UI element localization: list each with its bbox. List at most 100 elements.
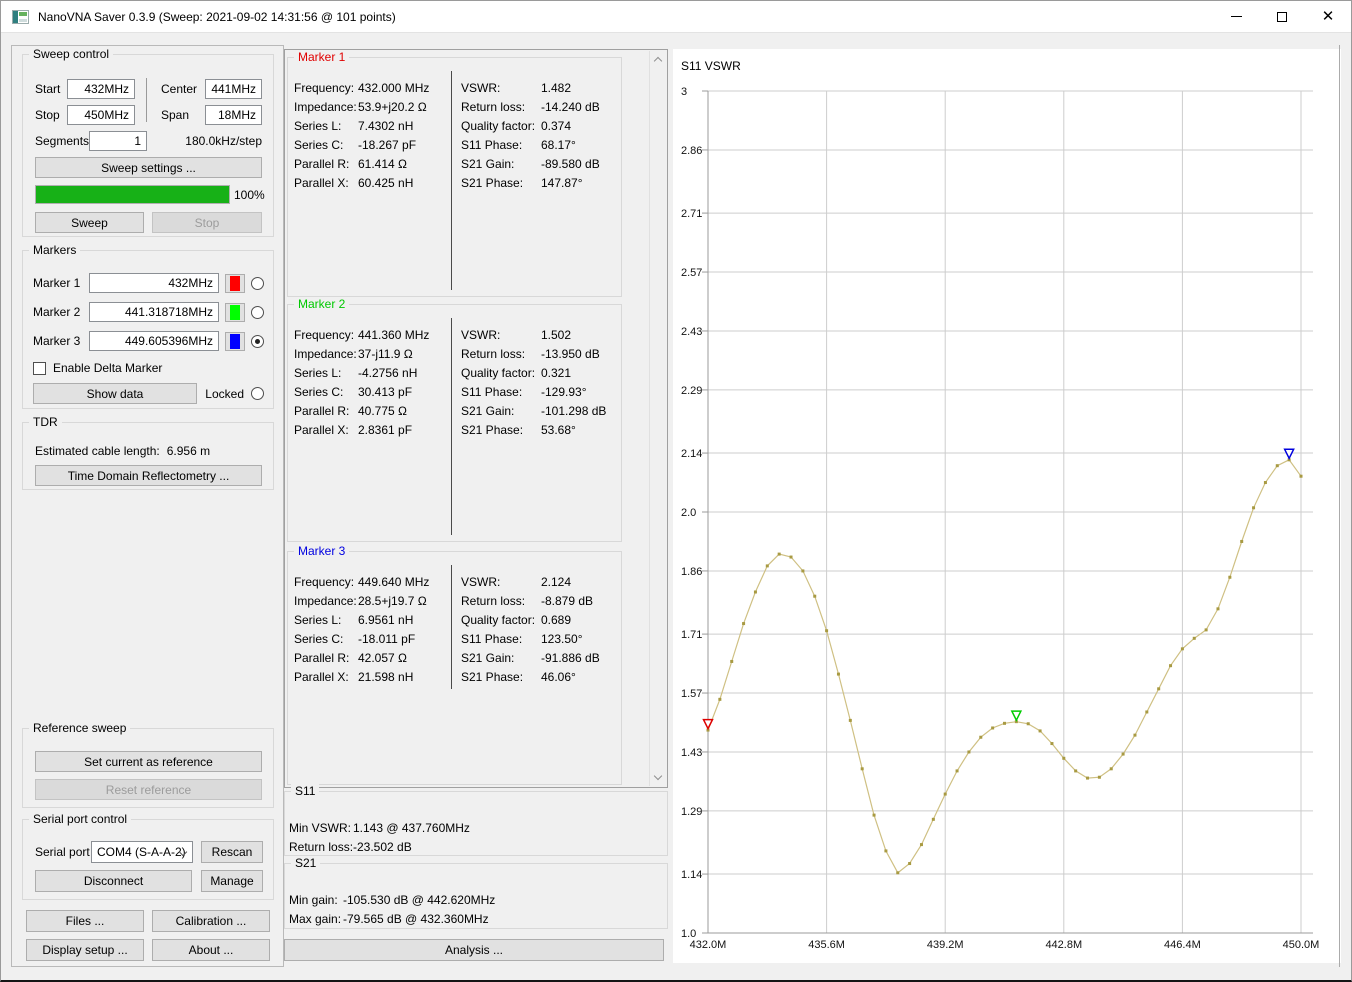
start-input[interactable] xyxy=(67,79,135,99)
marker-2-radio[interactable] xyxy=(251,306,264,319)
maximize-button[interactable] xyxy=(1259,1,1305,32)
main-content: Sweep control Start Center Stop Span xyxy=(1,33,1351,980)
stop-button[interactable]: Stop xyxy=(152,212,262,233)
marker-2-label: Marker 2 xyxy=(33,305,83,319)
return-loss-row: Return loss: -23.502 dB xyxy=(285,837,663,856)
sweep-button[interactable]: Sweep xyxy=(35,212,144,233)
time-domain-reflectometry-button[interactable]: Time Domain Reflectometry ... xyxy=(35,465,262,486)
marker-2-detail-group: Marker 2 Frequency:441.360 MHzImpedance:… xyxy=(287,304,622,542)
marker-field: Parallel R:40.775 Ω xyxy=(294,401,446,420)
rescan-button[interactable]: Rescan xyxy=(201,841,263,863)
marker-field: Frequency:449.640 MHz xyxy=(294,572,446,591)
marker-1-radio[interactable] xyxy=(251,277,264,290)
marker-3-radio[interactable] xyxy=(251,335,264,348)
manage-button[interactable]: Manage xyxy=(201,870,263,892)
marker-field: Series L:-4.2756 nH xyxy=(294,363,446,382)
marker-3-color xyxy=(230,334,240,349)
locked-label: Locked xyxy=(205,387,244,401)
s11-vswr-chart-panel: S11 VSWR 32.862.712.572.432.292.142.01.8… xyxy=(673,49,1341,963)
sweep-settings-button[interactable]: Sweep settings ... xyxy=(35,157,262,178)
marker-1-color-swatch[interactable] xyxy=(225,274,245,293)
span-label: Span xyxy=(161,108,205,122)
close-button[interactable]: ✕ xyxy=(1305,1,1351,32)
stop-input[interactable] xyxy=(67,105,135,125)
analysis-button[interactable]: Analysis ... xyxy=(284,939,664,961)
app-icon xyxy=(12,10,29,24)
marker-field: Return loss:-14.240 dB xyxy=(461,97,621,116)
s21-summary-title: S21 xyxy=(291,856,320,870)
show-data-button[interactable]: Show data xyxy=(33,383,197,404)
return-loss-label: Return loss: xyxy=(289,840,353,854)
minimize-button[interactable] xyxy=(1213,1,1259,32)
reference-sweep-title: Reference sweep xyxy=(29,721,130,735)
marker-field: Return loss:-8.879 dB xyxy=(461,591,621,610)
min-gain-label: Min gain: xyxy=(289,893,343,907)
locked-radio[interactable] xyxy=(251,387,264,400)
marker-field: Parallel R:61.414 Ω xyxy=(294,154,446,173)
files-button[interactable]: Files ... xyxy=(26,910,144,932)
cable-length-value: 6.956 m xyxy=(167,444,210,458)
tdr-title: TDR xyxy=(29,415,62,429)
max-gain-label: Max gain: xyxy=(289,912,343,926)
max-gain-value: -79.565 dB @ 432.360MHz xyxy=(343,912,489,926)
marker-field: Impedance:37-j11.9 Ω xyxy=(294,344,446,363)
svg-text:2.57: 2.57 xyxy=(681,267,702,279)
segments-input[interactable] xyxy=(89,131,147,151)
s11-vswr-chart: 32.862.712.572.432.292.142.01.861.711.57… xyxy=(673,49,1341,963)
column-divider xyxy=(451,71,452,290)
scroll-up-button[interactable] xyxy=(650,51,666,68)
s21-summary-group: S21 Min gain: -105.530 dB @ 442.620MHz M… xyxy=(284,863,668,929)
reset-reference-button[interactable]: Reset reference xyxy=(35,779,262,800)
marker-2-color xyxy=(230,305,240,320)
marker-field: Frequency:432.000 MHz xyxy=(294,78,446,97)
about-button[interactable]: About ... xyxy=(152,939,270,961)
svg-text:446.4M: 446.4M xyxy=(1164,939,1201,951)
sweep-control-group: Sweep control Start Center Stop Span xyxy=(22,54,274,237)
marker-2-row: Marker 2 xyxy=(33,302,264,322)
marker-field: VSWR:1.502 xyxy=(461,325,621,344)
marker-field: VSWR:2.124 xyxy=(461,572,621,591)
marker-1-detail-group: Marker 1 Frequency:432.000 MHzImpedance:… xyxy=(287,57,622,297)
marker-1-color xyxy=(230,276,240,291)
svg-text:1.43: 1.43 xyxy=(681,747,702,759)
marker-1-detail-title: Marker 1 xyxy=(294,50,349,64)
column-divider xyxy=(451,318,452,535)
control-sidebar: Sweep control Start Center Stop Span xyxy=(11,45,284,967)
marker-field: S21 Phase:147.87° xyxy=(461,173,621,192)
serial-port-value: COM4 (S-A-A-2) xyxy=(97,845,186,859)
marker-1-label: Marker 1 xyxy=(33,276,83,290)
marker-details-panel: Marker 1 Frequency:432.000 MHz Impedance:… xyxy=(284,49,668,788)
disconnect-button[interactable]: Disconnect xyxy=(35,870,192,892)
svg-text:2.29: 2.29 xyxy=(681,385,702,397)
marker-field: Quality factor:0.374 xyxy=(461,116,621,135)
svg-text:2.0: 2.0 xyxy=(681,507,696,519)
minimize-icon xyxy=(1231,16,1242,17)
sweep-control-title: Sweep control xyxy=(29,47,113,61)
panel-edge-divider xyxy=(1339,45,1340,967)
scroll-down-button[interactable] xyxy=(650,769,666,786)
set-reference-button[interactable]: Set current as reference xyxy=(35,751,262,772)
center-label: Center xyxy=(161,82,205,96)
svg-text:435.6M: 435.6M xyxy=(808,939,845,951)
span-input[interactable] xyxy=(205,105,262,125)
chevron-up-icon xyxy=(654,57,662,65)
marker-3-label: Marker 3 xyxy=(33,334,83,348)
marker-field: Parallel X:60.425 nH xyxy=(294,173,446,192)
min-vswr-label: Min VSWR: xyxy=(289,821,353,835)
marker-3-detail-title: Marker 3 xyxy=(294,544,349,558)
marker-2-input[interactable] xyxy=(89,302,219,322)
serial-port-select[interactable]: COM4 (S-A-A-2) xyxy=(91,841,193,863)
marker-3-color-swatch[interactable] xyxy=(225,332,245,351)
step-size-text: 180.0kHz/step xyxy=(185,134,262,148)
calibration-button[interactable]: Calibration ... xyxy=(152,910,270,932)
svg-text:2.71: 2.71 xyxy=(681,208,702,220)
marker-field: S21 Phase:53.68° xyxy=(461,420,621,439)
display-setup-button[interactable]: Display setup ... xyxy=(26,939,144,961)
marker-1-input[interactable] xyxy=(89,273,219,293)
marker-2-color-swatch[interactable] xyxy=(225,303,245,322)
marker-field: S21 Gain:-89.580 dB xyxy=(461,154,621,173)
enable-delta-marker-checkbox[interactable] xyxy=(33,362,46,375)
marker-3-input[interactable] xyxy=(89,331,219,351)
vertical-scrollbar[interactable] xyxy=(649,51,666,786)
center-input[interactable] xyxy=(205,79,262,99)
